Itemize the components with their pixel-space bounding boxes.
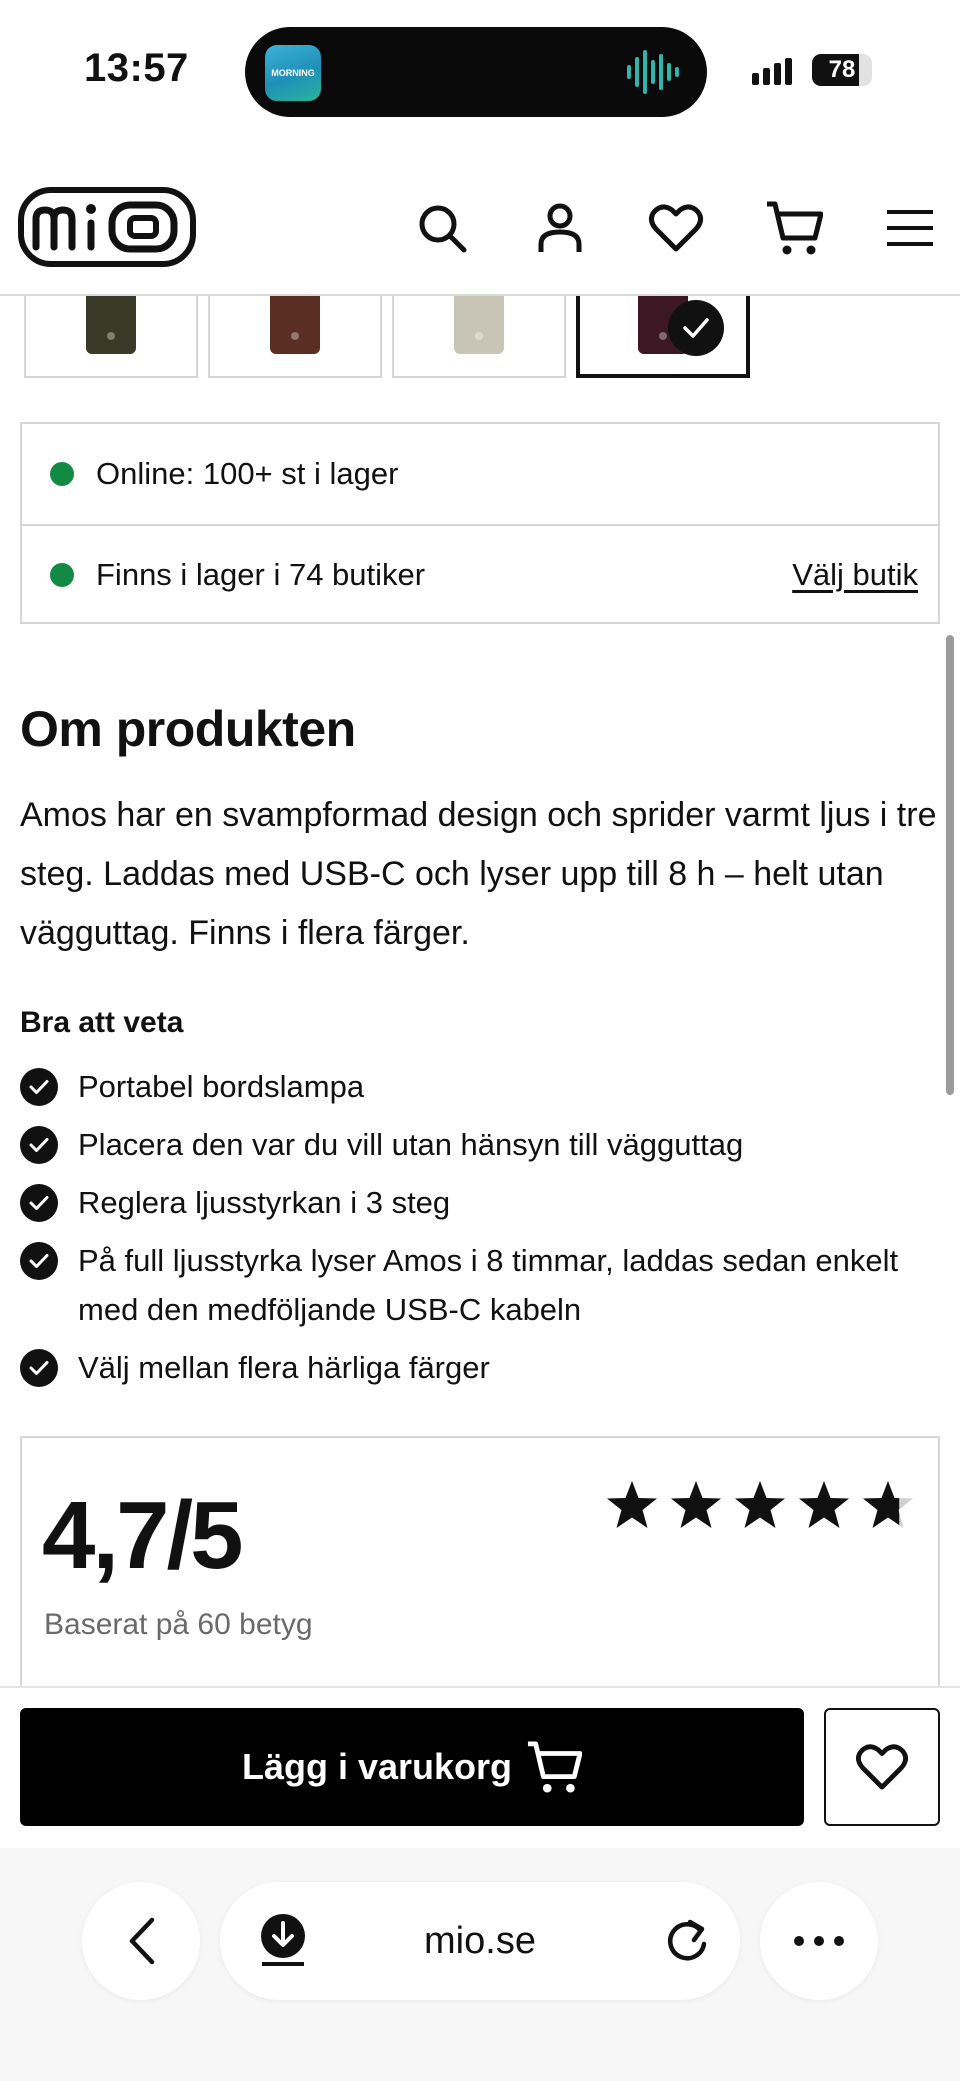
feature-text: Portabel bordslampa [78, 1069, 365, 1104]
star-icon [863, 1481, 913, 1528]
mio-logo[interactable] [18, 187, 196, 267]
battery-icon: 78 [812, 54, 872, 86]
feature-text: Placera den var du vill utan hänsyn till… [78, 1127, 744, 1162]
store-stock-text: Finns i lager i 74 butiker [96, 557, 426, 592]
more-icon [794, 1936, 844, 1946]
add-to-cart-label: Lägg i varukorg [241, 1746, 513, 1787]
add-to-cart-button[interactable]: Lägg i varukorg [20, 1708, 804, 1826]
feature-item: Placera den var du vill utan hänsyn till… [20, 1120, 940, 1169]
about-text: Amos har en svampformad design och sprid… [20, 796, 937, 952]
check-icon [20, 1349, 58, 1387]
store-stock-row: Finns i lager i 74 butiker Välj butik [22, 524, 938, 624]
check-icon [20, 1068, 58, 1106]
color-thumbnail[interactable] [576, 296, 750, 378]
back-button[interactable] [82, 1882, 200, 2000]
feature-item: Reglera ljusstyrkan i 3 steg [20, 1178, 940, 1227]
reload-icon[interactable] [662, 1916, 712, 1966]
rating-basis: Baserat på 60 betyg [44, 1608, 313, 1641]
add-to-cart-bar: Lägg i varukorg [0, 1686, 960, 1826]
now-playing-app-icon: MORNING [265, 45, 321, 101]
star-icon [671, 1481, 721, 1528]
check-icon [20, 1184, 58, 1222]
rating-summary: 4,7/5 Baserat på 60 betyg [20, 1436, 940, 1696]
chevron-left-icon [129, 1917, 155, 1965]
in-stock-dot [50, 462, 74, 486]
star-icon [799, 1481, 849, 1528]
lamp-image [270, 296, 320, 354]
color-thumbnail[interactable] [392, 296, 566, 378]
more-button[interactable] [760, 1882, 878, 2000]
search-icon[interactable] [410, 196, 474, 260]
feature-text: På full ljusstyrka lyser Amos i 8 timmar… [78, 1243, 899, 1327]
feature-text: Välj mellan flera härliga färger [78, 1350, 490, 1385]
color-thumbnail[interactable] [24, 296, 198, 378]
feature-text: Reglera ljusstyrkan i 3 steg [78, 1185, 451, 1220]
rating-stars [604, 1478, 916, 1534]
lamp-image [86, 296, 136, 354]
site-header [0, 140, 960, 296]
online-stock-row: Online: 100+ st i lager [22, 424, 938, 524]
good-to-know-title: Bra att veta [20, 1006, 184, 1039]
check-icon [20, 1126, 58, 1164]
battery-level: 78 [828, 56, 856, 83]
in-stock-dot [50, 563, 74, 587]
selected-check-icon [668, 300, 724, 356]
lamp-image [454, 296, 504, 354]
about-title: Om produkten [20, 701, 356, 757]
address-bar[interactable]: mio.se [220, 1882, 740, 2000]
status-time: 13:57 [84, 46, 189, 90]
color-thumbnail[interactable] [208, 296, 382, 378]
page-scrollbar[interactable] [946, 635, 954, 1095]
feature-list: Portabel bordslampa Placera den var du vi… [20, 1062, 940, 1401]
audio-wave-icon [627, 49, 679, 95]
signal-icon [752, 58, 792, 85]
feature-item: På full ljusstyrka lyser Amos i 8 timmar… [20, 1236, 940, 1334]
cart-icon [527, 1741, 583, 1793]
status-bar: 13:57 MORNING 78 [0, 0, 960, 140]
stock-availability: Online: 100+ st i lager Finns i lager i … [20, 422, 940, 624]
heart-icon [856, 1744, 908, 1790]
color-thumbnails [24, 296, 764, 378]
menu-icon[interactable] [878, 196, 942, 260]
cart-icon[interactable] [762, 196, 826, 260]
star-icon [607, 1481, 657, 1528]
add-to-favorites-button[interactable] [824, 1708, 940, 1826]
choose-store-link[interactable]: Välj butik [792, 557, 918, 593]
browser-toolbar: mio.se [0, 1848, 960, 2081]
online-stock-text: Online: 100+ st i lager [96, 456, 399, 491]
user-icon[interactable] [528, 196, 592, 260]
feature-item: Välj mellan flera härliga färger [20, 1343, 940, 1392]
feature-item: Portabel bordslampa [20, 1062, 940, 1111]
rating-score: 4,7/5 [42, 1482, 244, 1589]
check-icon [20, 1242, 58, 1280]
heart-icon[interactable] [644, 196, 708, 260]
star-icon [735, 1481, 785, 1528]
dynamic-island: MORNING [245, 27, 707, 117]
